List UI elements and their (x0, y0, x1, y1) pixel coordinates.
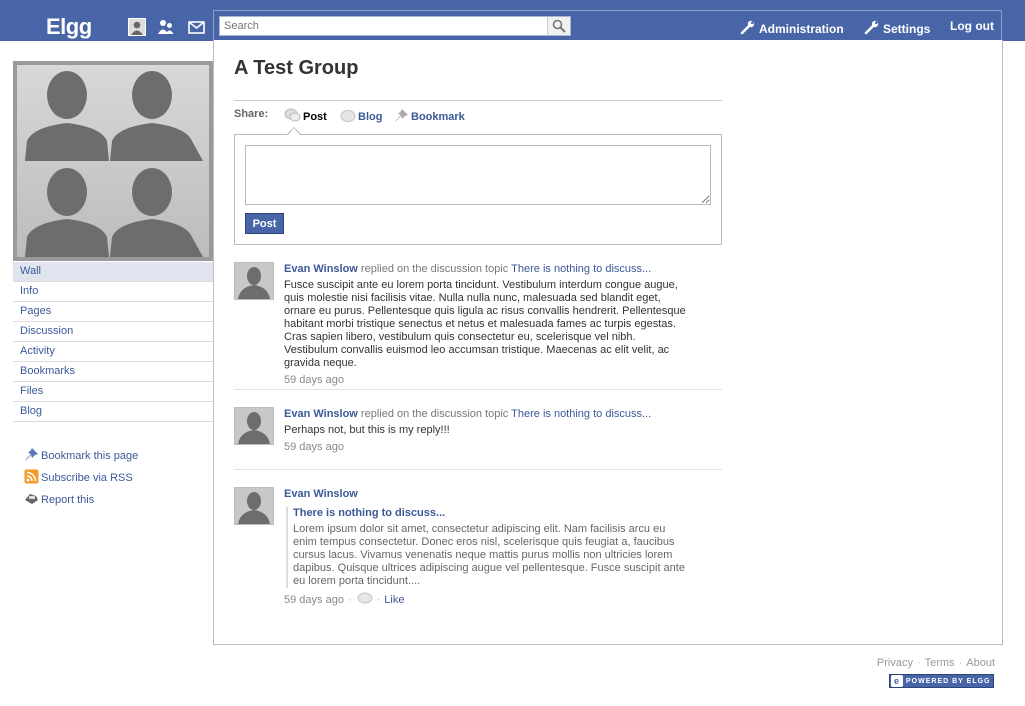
tab-bookmark-label: Bookmark (411, 111, 465, 123)
composer: Post (234, 134, 722, 245)
like-link[interactable]: Like (384, 594, 404, 606)
profile-icon[interactable] (128, 18, 146, 36)
subscribe-rss-label: Subscribe via RSS (41, 472, 133, 484)
author-link[interactable]: Evan Winslow (284, 263, 358, 275)
search-input[interactable] (220, 17, 553, 35)
separator-dot: · (916, 657, 921, 669)
settings-label: Settings (883, 21, 931, 36)
title-divider (234, 100, 722, 101)
menu-item-info[interactable]: Info (13, 282, 213, 302)
river-footer: 59 days ago · · Like (284, 592, 692, 608)
subscribe-rss-link[interactable]: Subscribe via RSS (24, 467, 138, 489)
search-icon[interactable] (547, 17, 570, 35)
menu-item-activity[interactable]: Activity (13, 342, 213, 362)
page-title: A Test Group (234, 57, 359, 79)
tab-blog-label: Blog (358, 111, 383, 123)
discussion-excerpt: There is nothing to discuss... Lorem ips… (286, 507, 692, 588)
report-this-label: Report this (41, 494, 95, 506)
river-message: Fusce suscipit ante eu lorem porta tinci… (284, 279, 686, 369)
pin-icon (394, 108, 409, 126)
timestamp: 59 days ago (284, 594, 344, 606)
group-avatar (13, 61, 213, 261)
speech-bubble-icon (284, 108, 301, 126)
timestamp: 59 days ago (284, 374, 344, 386)
menu-item-files[interactable]: Files (13, 382, 213, 402)
avatar[interactable] (234, 487, 274, 525)
report-this-link[interactable]: Report this (24, 489, 138, 511)
elgg-logo-icon: e (891, 675, 903, 687)
administration-label: Administration (759, 21, 844, 36)
tab-post[interactable]: Post (284, 108, 327, 126)
action-text: replied on the discussion topic (360, 263, 509, 275)
extras-menu: Bookmark this page Subscribe via RSS Rep… (24, 445, 138, 511)
comment-icon[interactable] (356, 592, 373, 608)
footer-link-privacy[interactable]: Privacy (877, 657, 913, 669)
separator-dot: · (347, 594, 352, 606)
site-name[interactable]: Elgg (46, 14, 92, 40)
topic-link[interactable]: There is nothing to discuss... (511, 408, 651, 420)
powered-by-label: POWERED BY ELGG (906, 677, 991, 685)
bookmark-this-page-label: Bookmark this page (41, 450, 139, 462)
river-divider (234, 389, 722, 390)
river-summary: Evan Winslow replied on the discussion t… (284, 407, 692, 421)
post-button[interactable]: Post (245, 213, 284, 234)
menu-item-discussion[interactable]: Discussion (13, 322, 213, 342)
messages-icon[interactable] (187, 18, 205, 36)
menu-item-wall[interactable]: Wall (13, 262, 213, 282)
timestamp: 59 days ago (284, 441, 344, 453)
powered-by-elgg-badge[interactable]: e POWERED BY ELGG (889, 674, 994, 688)
separator-dot: · (958, 657, 963, 669)
pin-icon (24, 447, 39, 465)
tab-bookmark[interactable]: Bookmark (394, 108, 465, 126)
report-icon (24, 491, 39, 509)
group-menu: Wall Info Pages Discussion Activity Book… (13, 262, 213, 422)
group-silhouette-icon (17, 65, 209, 257)
wrench-icon (864, 19, 880, 38)
discussion-excerpt-text: Lorem ipsum dolor sit amet, consectetur … (293, 523, 685, 587)
menu-item-pages[interactable]: Pages (13, 302, 213, 322)
share-label: Share: (234, 108, 269, 120)
tab-blog[interactable]: Blog (339, 108, 382, 126)
river-message: Perhaps not, but this is my reply!!! (284, 424, 450, 436)
rss-icon (24, 469, 39, 487)
footer-link-terms[interactable]: Terms (925, 657, 955, 669)
river-item: Evan Winslow replied on the discussion t… (234, 407, 722, 462)
bookmark-this-page-link[interactable]: Bookmark this page (24, 445, 138, 467)
settings-link[interactable]: Settings (864, 19, 930, 38)
menu-item-bookmarks[interactable]: Bookmarks (13, 362, 213, 382)
avatar[interactable] (234, 262, 274, 300)
menu-item-blog[interactable]: Blog (13, 402, 213, 422)
wrench-icon (740, 19, 756, 38)
author-link[interactable]: Evan Winslow (284, 488, 358, 500)
river-item: Evan Winslow replied on the discussion t… (234, 262, 722, 386)
river-summary: Evan Winslow (284, 487, 692, 501)
footer-links: Privacy · Terms · About (877, 657, 995, 669)
river-summary: Evan Winslow replied on the discussion t… (284, 262, 692, 276)
action-text: replied on the discussion topic (360, 408, 509, 420)
footer-link-about[interactable]: About (966, 657, 995, 669)
discussion-title-link[interactable]: There is nothing to discuss... (293, 507, 692, 519)
administration-link[interactable]: Administration (740, 19, 844, 38)
river-divider (234, 469, 722, 470)
logout-link[interactable]: Log out (950, 19, 994, 33)
avatar[interactable] (234, 407, 274, 445)
river-item: Evan Winslow There is nothing to discuss… (234, 487, 722, 612)
post-textarea[interactable] (245, 145, 711, 205)
composer-pointer-inner (288, 128, 300, 135)
topic-link[interactable]: There is nothing to discuss... (511, 263, 651, 275)
tab-post-label: Post (303, 111, 327, 123)
separator-dot: · (376, 594, 381, 606)
topbar: Elgg Administration Settings Log out (0, 0, 1025, 41)
search-box (219, 16, 571, 36)
friends-icon[interactable] (157, 18, 175, 36)
bubble-icon (339, 108, 356, 126)
author-link[interactable]: Evan Winslow (284, 408, 358, 420)
